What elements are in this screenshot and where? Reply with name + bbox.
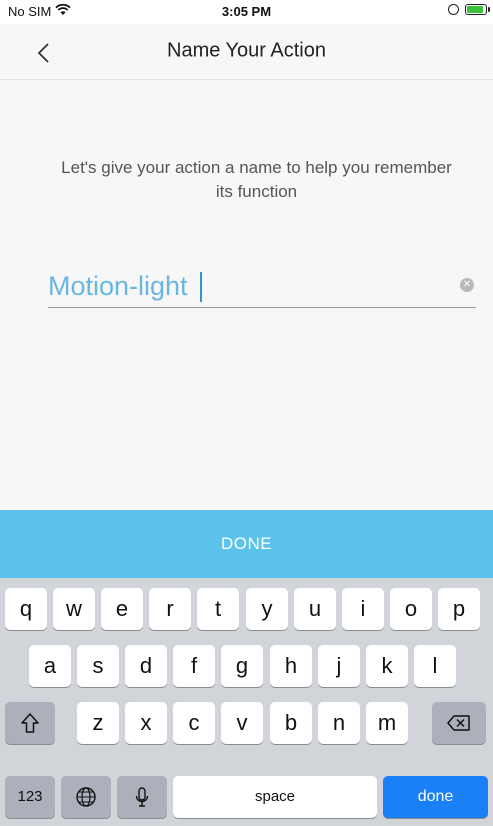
- text-caret: [200, 272, 202, 302]
- action-name-field[interactable]: ✕: [48, 266, 476, 308]
- page-title: Name Your Action: [167, 39, 326, 62]
- key-u[interactable]: u: [294, 588, 336, 630]
- key-w[interactable]: w: [53, 588, 95, 630]
- key-n[interactable]: n: [318, 702, 360, 744]
- backspace-key[interactable]: [432, 702, 486, 744]
- key-i[interactable]: i: [342, 588, 384, 630]
- key-t[interactable]: t: [197, 588, 239, 630]
- key-r[interactable]: r: [149, 588, 191, 630]
- key-m[interactable]: m: [366, 702, 408, 744]
- shift-key[interactable]: [5, 702, 55, 744]
- key-y[interactable]: y: [246, 588, 288, 630]
- status-right: [448, 4, 490, 15]
- clear-text-icon[interactable]: ✕: [460, 278, 474, 292]
- key-k[interactable]: k: [366, 645, 408, 687]
- navigation-bar: Name Your Action: [0, 24, 493, 80]
- key-b[interactable]: b: [270, 702, 312, 744]
- action-name-input[interactable]: [48, 268, 448, 304]
- key-j[interactable]: j: [318, 645, 360, 687]
- microphone-key[interactable]: [117, 776, 167, 818]
- battery-icon: [465, 4, 490, 15]
- shift-icon: [21, 713, 39, 733]
- keyboard-done-key[interactable]: done: [383, 776, 488, 818]
- status-time: 3:05 PM: [221, 4, 272, 19]
- key-d[interactable]: d: [125, 645, 167, 687]
- key-p[interactable]: p: [438, 588, 480, 630]
- instruction-text: Let's give your action a name to help yo…: [61, 158, 452, 201]
- keyboard: q w e r t y u i o p a s d f g h j k l z …: [0, 578, 493, 826]
- key-h[interactable]: h: [270, 645, 312, 687]
- key-f[interactable]: f: [173, 645, 215, 687]
- key-g[interactable]: g: [221, 645, 263, 687]
- key-v[interactable]: v: [221, 702, 263, 744]
- numbers-key[interactable]: 123: [5, 776, 55, 818]
- backspace-icon: [447, 715, 470, 731]
- done-button[interactable]: DONE: [0, 510, 493, 578]
- screen: No SIM 3:05 PM Name Your Action Let's gi…: [0, 0, 493, 826]
- main-content: Let's give your action a name to help yo…: [0, 80, 493, 510]
- key-a[interactable]: a: [29, 645, 71, 687]
- status-bar: No SIM 3:05 PM: [0, 0, 493, 24]
- space-key[interactable]: space: [173, 776, 377, 818]
- globe-icon: [76, 787, 96, 807]
- orientation-lock-icon: [448, 4, 459, 15]
- key-s[interactable]: s: [77, 645, 119, 687]
- key-l[interactable]: l: [414, 645, 456, 687]
- key-x[interactable]: x: [125, 702, 167, 744]
- key-o[interactable]: o: [390, 588, 432, 630]
- key-c[interactable]: c: [173, 702, 215, 744]
- microphone-icon: [135, 787, 149, 807]
- globe-key[interactable]: [61, 776, 111, 818]
- key-e[interactable]: e: [101, 588, 143, 630]
- key-z[interactable]: z: [77, 702, 119, 744]
- key-q[interactable]: q: [5, 588, 47, 630]
